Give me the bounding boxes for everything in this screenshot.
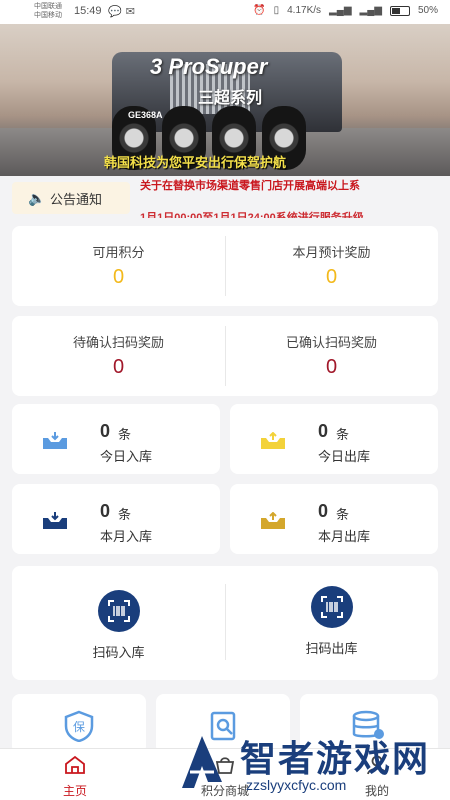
month-in-unit: 条 <box>118 507 132 522</box>
status-time: 15:49 <box>74 5 102 17</box>
nav-home[interactable]: 主页 <box>30 755 120 799</box>
truck-plate: GE368A <box>128 110 163 120</box>
status-bar: 中国联通 中国移动 15:49 💬✉ ⏰ ▯ 4.17K/s ▂▄▆ ▂▄▆ 5… <box>0 0 450 24</box>
available-points[interactable]: 可用积分 0 <box>12 226 225 306</box>
available-points-value: 0 <box>112 266 125 288</box>
mail-icon: ✉ <box>125 6 139 18</box>
watermark-url: zzslyyxcfyc.com <box>246 777 347 793</box>
home-icon <box>65 755 85 774</box>
carrier-2: 中国移动 <box>34 12 62 19</box>
inbox-out-icon <box>261 512 285 529</box>
shield-icon: 保 <box>64 710 94 742</box>
signal-icon-2: ▂▄▆ <box>359 5 382 16</box>
alarm-icon: ⏰ <box>253 5 266 16</box>
notice-line-1: 关于在替换市场渠道零售门店开展高端以上系 <box>140 180 360 192</box>
points-card: 可用积分 0 本月预计奖励 0 <box>12 226 438 306</box>
speaker-icon: 🔈 <box>28 189 46 206</box>
carrier-info: 中国联通 中国移动 <box>34 2 62 20</box>
today-out-unit: 条 <box>336 427 350 442</box>
barcode-scan-icon <box>97 590 140 632</box>
vibrate-icon: ▯ <box>273 5 280 16</box>
notification-icons: 💬✉ <box>108 5 139 18</box>
month-in-value: 0 <box>100 501 111 521</box>
month-out-label: 本月出库 <box>318 529 371 544</box>
carrier-1: 中国联通 <box>34 3 62 10</box>
today-in-unit: 条 <box>118 427 132 442</box>
inbox-out-icon <box>261 432 285 449</box>
inbox-in-icon <box>43 512 67 529</box>
net-speed: 4.17K/s <box>287 5 322 16</box>
confirmed-reward-label: 已确认扫码奖励 <box>285 335 377 350</box>
notice-tag: 🔈 公告通知 <box>12 182 130 214</box>
confirmed-reward-value: 0 <box>325 356 338 378</box>
status-right: ⏰ ▯ 4.17K/s ▂▄▆ ▂▄▆ 50% <box>253 5 438 16</box>
banner-slogan: 韩国科技为您平安出行保驾护航 <box>104 155 287 170</box>
svg-text:保: 保 <box>73 720 85 734</box>
month-out-unit: 条 <box>336 507 350 522</box>
month-reward[interactable]: 本月预计奖励 0 <box>225 226 438 306</box>
today-in-value: 0 <box>100 421 111 441</box>
today-out-value: 0 <box>318 421 329 441</box>
banner-title: 3 ProSuper <box>150 54 268 79</box>
month-reward-label: 本月预计奖励 <box>292 245 371 260</box>
notice-line-2: 1月1日00:00至1月1日24:00系统进行服务升级 <box>140 212 364 218</box>
signal-icon: ▂▄▆ <box>329 5 352 16</box>
month-in-label: 本月入库 <box>100 529 153 544</box>
announcement-bar[interactable]: 🔈 公告通知 关于在替换市场渠道零售门店开展高端以上系 1月1日00:00至1月… <box>10 178 440 218</box>
confirmed-reward[interactable]: 已确认扫码奖励 0 <box>225 316 438 396</box>
today-out-card[interactable]: 0 条 今日出库 <box>230 404 438 474</box>
month-out-value: 0 <box>318 501 329 521</box>
pending-reward-label: 待确认扫码奖励 <box>72 335 164 350</box>
scan-in-label: 扫码入库 <box>92 645 145 660</box>
scan-rewards-card: 待确认扫码奖励 0 已确认扫码奖励 0 <box>12 316 438 396</box>
inbox-in-icon <box>43 432 67 449</box>
watermark-logo <box>182 736 222 788</box>
pending-reward-value: 0 <box>112 356 125 378</box>
battery-percent: 50% <box>417 5 438 16</box>
notice-label: 公告通知 <box>50 191 103 207</box>
today-out-label: 今日出库 <box>318 449 371 464</box>
month-reward-value: 0 <box>325 266 338 288</box>
scan-card: 扫码入库 扫码出库 <box>12 566 438 680</box>
nav-home-label: 主页 <box>62 784 87 798</box>
pending-reward[interactable]: 待确认扫码奖励 0 <box>12 316 225 396</box>
scan-out-button[interactable]: 扫码出库 <box>225 586 438 657</box>
battery-icon <box>389 5 410 16</box>
scan-in-button[interactable]: 扫码入库 <box>12 590 225 661</box>
banner-subtitle: 三超系列 <box>198 90 263 107</box>
today-in-label: 今日入库 <box>100 449 153 464</box>
watermark-title: 智者游戏网 <box>240 738 431 779</box>
today-in-card[interactable]: 0 条 今日入库 <box>12 404 220 474</box>
month-in-card[interactable]: 0 条 本月入库 <box>12 484 220 554</box>
available-points-label: 可用积分 <box>92 245 145 260</box>
scan-out-label: 扫码出库 <box>305 641 358 656</box>
month-out-card[interactable]: 0 条 本月出库 <box>230 484 438 554</box>
promo-banner[interactable]: 3 ProSuper 三超系列 GE368A 韩国科技为您平安出行保驾护航 <box>0 24 450 176</box>
wechat-icon: 💬 <box>108 6 126 18</box>
barcode-scan-icon <box>310 586 353 628</box>
notice-scroller[interactable]: 关于在替换市场渠道零售门店开展高端以上系 1月1日00:00至1月1日24:00… <box>140 178 440 218</box>
feature-tile-1[interactable]: 保 <box>12 694 146 754</box>
